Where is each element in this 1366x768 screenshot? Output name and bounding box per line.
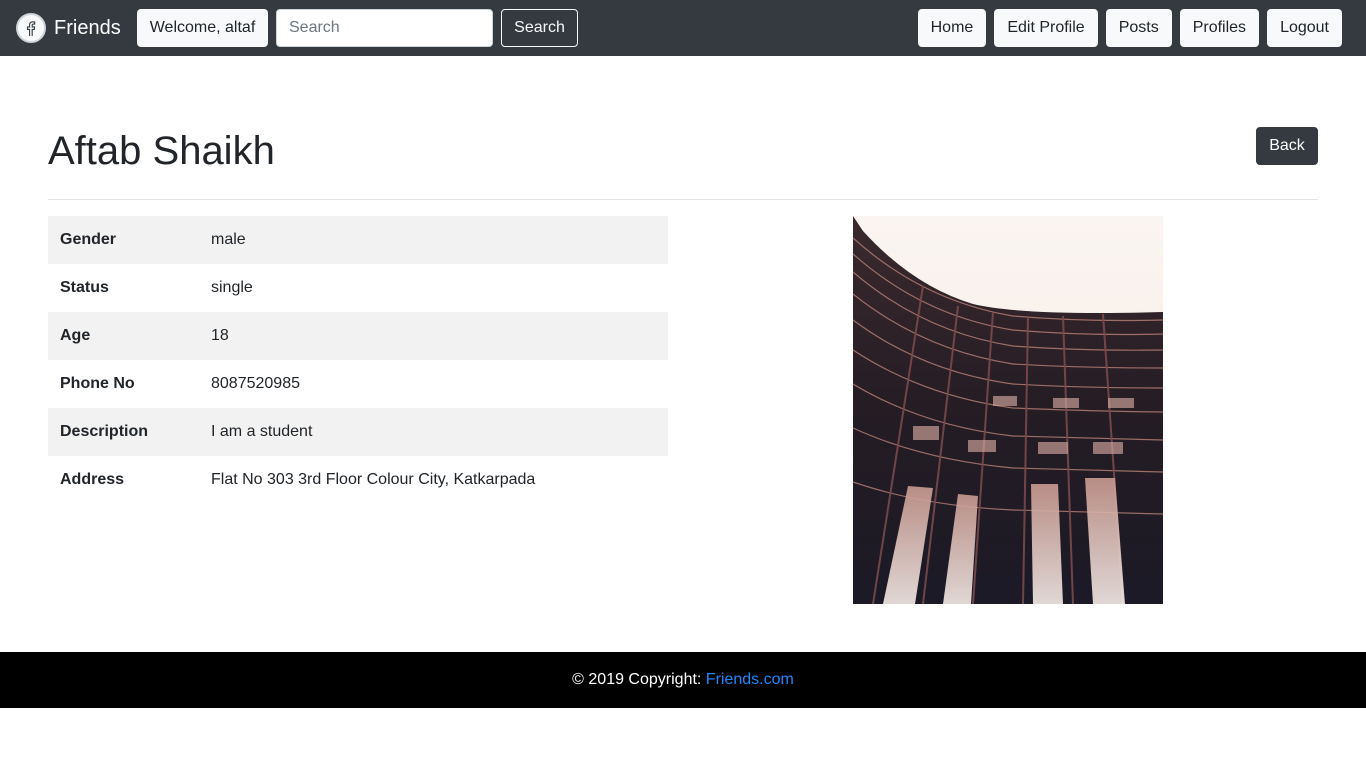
search-button[interactable]: Search bbox=[501, 9, 578, 47]
detail-value-address: Flat No 303 3rd Floor Colour City, Katka… bbox=[211, 471, 536, 488]
detail-value-age: 18 bbox=[199, 312, 668, 360]
table-row: Description I am a student bbox=[48, 408, 668, 456]
nav-edit-profile-button[interactable]: Edit Profile bbox=[994, 9, 1098, 47]
profile-photo bbox=[853, 216, 1163, 604]
nav-posts-button[interactable]: Posts bbox=[1105, 9, 1172, 47]
facebook-f-icon bbox=[16, 13, 46, 43]
footer-site-link[interactable]: Friends.com bbox=[706, 671, 794, 688]
search-input[interactable] bbox=[276, 9, 493, 47]
table-row: Address Flat No 303 3rd Floor Colour Cit… bbox=[48, 456, 668, 504]
detail-value-description: I am a student bbox=[199, 408, 668, 456]
footer-copyright-text: © 2019 Copyright: bbox=[572, 671, 706, 688]
detail-key-age: Age bbox=[48, 312, 199, 360]
profile-details-table: Gender male Status single Age 18 Phone N… bbox=[48, 216, 668, 504]
detail-value-gender: male bbox=[199, 216, 668, 264]
detail-key-address: Address bbox=[60, 471, 125, 488]
brand-link[interactable]: Friends bbox=[16, 12, 121, 44]
detail-value-phone: 8087520985 bbox=[211, 375, 300, 392]
table-row: Phone No 8087520985 bbox=[48, 360, 668, 408]
brand-name: Friends bbox=[54, 16, 121, 39]
detail-key-description: Description bbox=[48, 408, 199, 456]
table-row: Age 18 bbox=[48, 312, 668, 360]
welcome-user-button[interactable]: Welcome, altaf bbox=[137, 9, 268, 47]
top-navbar: Friends Welcome, altaf Search Home Edit … bbox=[0, 0, 1366, 56]
table-row: Gender male bbox=[48, 216, 668, 264]
detail-key-status: Status bbox=[60, 279, 109, 296]
nav-profiles-button[interactable]: Profiles bbox=[1179, 9, 1260, 47]
page-footer: © 2019 Copyright: Friends.com bbox=[0, 652, 1366, 708]
detail-key-gender: Gender bbox=[48, 216, 199, 264]
nav-menu: Home Edit Profile Posts Profiles Logout bbox=[917, 9, 1342, 47]
detail-value-status: single bbox=[211, 279, 253, 296]
table-row: Status single bbox=[48, 264, 668, 312]
header-divider bbox=[48, 199, 1318, 200]
back-button[interactable]: Back bbox=[1256, 127, 1318, 165]
detail-key-phone: Phone No bbox=[60, 375, 135, 392]
nav-logout-button[interactable]: Logout bbox=[1267, 9, 1342, 47]
profile-name-title: Aftab Shaikh bbox=[48, 129, 275, 173]
nav-home-button[interactable]: Home bbox=[917, 9, 987, 47]
